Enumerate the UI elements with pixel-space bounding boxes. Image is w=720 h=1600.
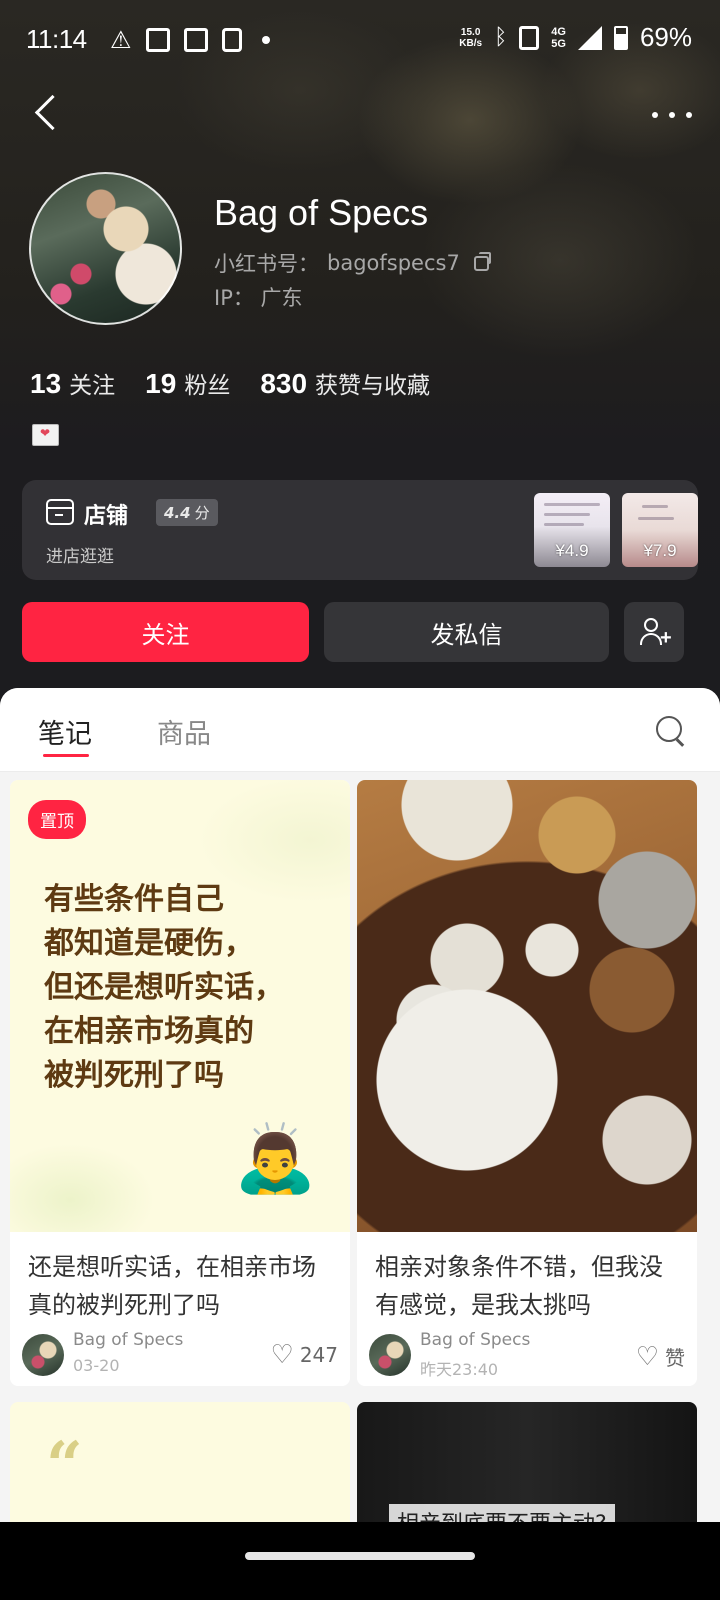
vibrate-icon bbox=[519, 25, 540, 50]
profile-stats: 13 关注 19 粉丝 830 获赞与收藏 bbox=[30, 366, 460, 400]
author-avatar[interactable] bbox=[369, 1334, 411, 1376]
shop-card[interactable]: 店铺 4.4 分 进店逛逛 ¥4.9 ¥7.9 bbox=[22, 480, 698, 580]
dot-icon bbox=[686, 112, 692, 118]
note-cover: 置顶 有些条件自己 都知道是硬伤， 但还是想听实话， 在相亲市场真的 被判死刑了… bbox=[10, 780, 350, 1232]
shop-subtitle: 进店逛逛 bbox=[46, 547, 114, 567]
love-letter-icon bbox=[32, 424, 59, 446]
tab-notes[interactable]: 笔记 bbox=[38, 712, 92, 751]
battery-percent: 69% bbox=[639, 22, 692, 52]
notification-icons: ⚠ bbox=[110, 26, 270, 54]
status-bar: 11:14 ⚠ 15.0 KB/s ᛒ 4G 5G 69% bbox=[0, 0, 720, 80]
warning-icon: ⚠ bbox=[110, 26, 132, 54]
message-button[interactable]: 发私信 bbox=[324, 602, 609, 662]
stat-following[interactable]: 13 关注 bbox=[30, 366, 115, 400]
profile-username: Bag of Specs bbox=[214, 192, 429, 233]
shop-product-thumb[interactable]: ¥7.9 bbox=[622, 493, 698, 567]
author-avatar[interactable] bbox=[22, 1334, 64, 1376]
home-gesture-handle[interactable] bbox=[245, 1552, 475, 1560]
phone-sync-icon bbox=[221, 28, 242, 52]
bluetooth-icon: ᛒ bbox=[494, 25, 508, 50]
network-type: 4G 5G bbox=[551, 25, 566, 50]
net-speed: 15.0 KB/s bbox=[459, 26, 483, 49]
more-notifications-dot bbox=[261, 36, 270, 44]
shop-score-badge: 4.4 分 bbox=[156, 499, 218, 526]
dot-icon bbox=[669, 112, 675, 118]
user-id-row: 小红书号： bagofspecs7 bbox=[214, 248, 491, 278]
follow-button[interactable]: 关注 bbox=[22, 602, 309, 662]
status-time: 11:14 bbox=[26, 24, 87, 54]
tab-bar: 笔记 商品 bbox=[0, 688, 720, 772]
battery-icon bbox=[613, 25, 628, 50]
note-cover-photo bbox=[357, 780, 697, 1232]
heart-icon: ♡ bbox=[635, 1341, 659, 1372]
system-nav-bar bbox=[0, 1522, 720, 1600]
post-date: 昨天23:40 bbox=[420, 1360, 499, 1379]
signal-icon bbox=[577, 25, 602, 50]
active-tab-indicator bbox=[43, 754, 89, 757]
back-button[interactable] bbox=[28, 92, 68, 136]
author-name: Bag of Specs bbox=[73, 1330, 184, 1350]
pinned-badge: 置顶 bbox=[28, 800, 86, 839]
system-icons: 15.0 KB/s ᛒ 4G 5G 69% bbox=[459, 22, 692, 53]
like-button[interactable]: ♡ 赞 bbox=[636, 1342, 685, 1371]
shop-product-thumb[interactable]: ¥4.9 bbox=[534, 493, 610, 567]
user-id-label: 小红书号： bbox=[214, 252, 319, 276]
note-title: 相亲对象条件不错，但我没有感觉，是我太挑吗 bbox=[375, 1253, 663, 1319]
screenshot-icon bbox=[183, 28, 208, 52]
note-title: 还是想听实话，在相亲市场真的被判死刑了吗 bbox=[28, 1253, 316, 1319]
quote-icon: “ bbox=[46, 1428, 83, 1503]
shop-icon bbox=[46, 499, 74, 525]
cover-text: 有些条件自己 都知道是硬伤， 但还是想听实话， 在相亲市场真的 被判死刑了吗 bbox=[44, 882, 284, 1093]
profile-header: 11:14 ⚠ 15.0 KB/s ᛒ 4G 5G 69% Bag of Spe… bbox=[0, 0, 720, 720]
user-id-value: bagofspecs7 bbox=[327, 251, 460, 275]
like-count: 247 bbox=[299, 1343, 338, 1367]
post-date: 03-20 bbox=[73, 1356, 120, 1375]
add-user-icon bbox=[644, 618, 658, 632]
heart-icon: ♡ bbox=[270, 1340, 294, 1370]
ip-location: IP： 广东 bbox=[214, 286, 303, 310]
dot-icon bbox=[652, 112, 658, 118]
shop-title: 店铺 bbox=[84, 504, 129, 529]
screenshot-icon bbox=[145, 28, 170, 52]
search-icon[interactable] bbox=[656, 716, 686, 746]
like-button[interactable]: ♡ 247 bbox=[271, 1342, 339, 1368]
copy-icon[interactable] bbox=[473, 251, 491, 271]
product-price: ¥4.9 bbox=[555, 541, 589, 560]
stat-likes-collects[interactable]: 830 获赞与收藏 bbox=[260, 366, 430, 400]
tab-goods[interactable]: 商品 bbox=[157, 712, 211, 751]
more-options-button[interactable] bbox=[652, 100, 692, 130]
note-card[interactable]: 相亲对象条件不错，但我没有感觉，是我太挑吗 Bag of Specs 昨天23:… bbox=[357, 780, 697, 1386]
add-friend-button[interactable]: + bbox=[624, 602, 684, 662]
content-sheet: 笔记 商品 置顶 有些条件自己 都知道是硬伤， 但还是想听实话， 在相亲市场真的… bbox=[0, 688, 720, 1600]
stat-followers[interactable]: 19 粉丝 bbox=[145, 366, 230, 400]
profile-avatar[interactable] bbox=[29, 172, 182, 325]
product-price: ¥7.9 bbox=[643, 541, 677, 560]
author-name: Bag of Specs bbox=[420, 1330, 531, 1350]
like-count: 赞 bbox=[665, 1346, 685, 1370]
note-card[interactable]: 置顶 有些条件自己 都知道是硬伤， 但还是想听实话， 在相亲市场真的 被判死刑了… bbox=[10, 780, 350, 1386]
bowing-person-icon: 🙇‍♂️ bbox=[234, 1120, 317, 1197]
